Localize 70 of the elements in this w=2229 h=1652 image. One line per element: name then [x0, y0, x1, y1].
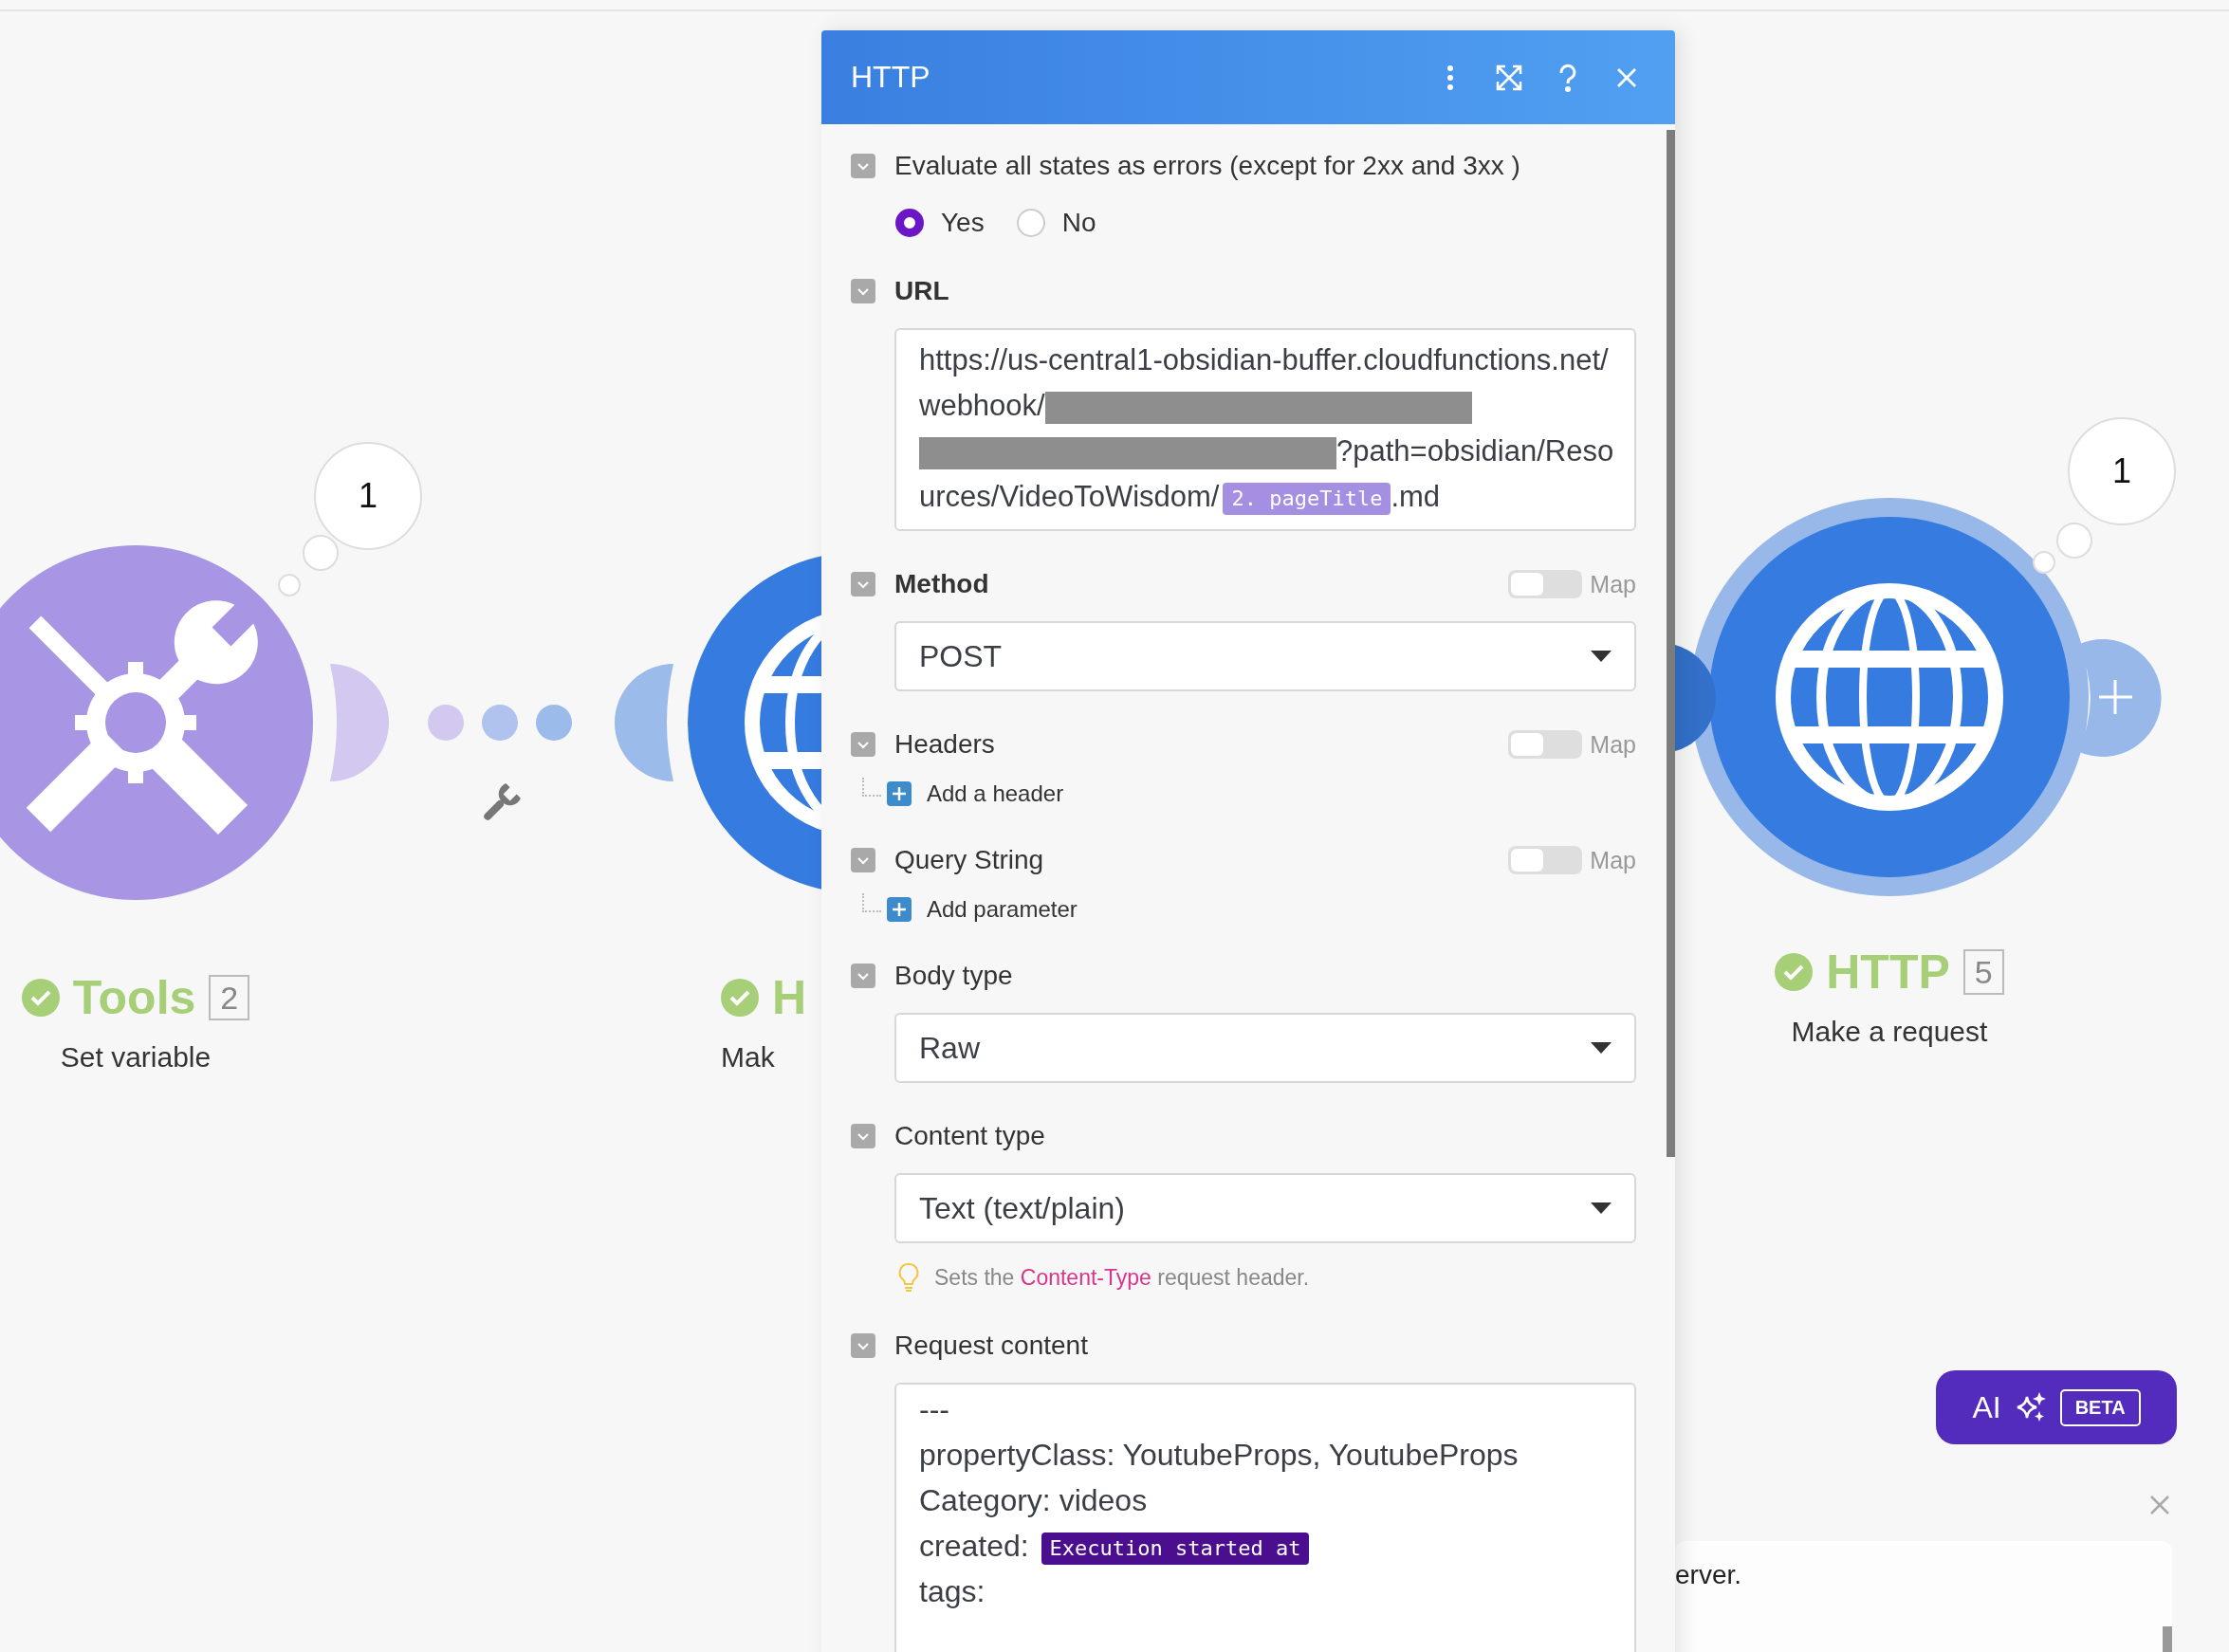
text-area[interactable]: --- propertyClass: YoutubeProps, YoutubeProps Category: videos created: Execution started at tags: — [894, 1383, 1636, 1652]
operation-count-bubble[interactable]: 1 — [314, 442, 422, 550]
module-id: 5 — [1962, 949, 2004, 995]
collapse-toggle-icon[interactable] — [851, 279, 875, 303]
dropdown-field[interactable]: Raw — [894, 1013, 1636, 1083]
bubble-tail-icon — [278, 535, 339, 597]
map-label: Map — [1590, 570, 1636, 598]
dropdown-field[interactable]: POST — [894, 621, 1636, 691]
caret-icon — [1591, 1042, 1612, 1054]
wrench-icon[interactable] — [482, 783, 521, 822]
dropdown-field[interactable]: Text (text/plain) — [894, 1173, 1636, 1243]
plus-icon — [887, 897, 912, 922]
scrollbar[interactable] — [1667, 130, 1675, 1157]
collapse-toggle-icon[interactable] — [851, 848, 875, 872]
field-label: Headers — [894, 729, 996, 760]
field-label: Content type — [894, 1121, 1046, 1151]
tree-connector — [862, 778, 881, 797]
add-item-button[interactable]: Add a header — [887, 780, 1064, 807]
radio-label: Yes — [941, 208, 985, 238]
field-label: Method — [894, 569, 990, 599]
map-toggle[interactable] — [1508, 570, 1583, 598]
success-check-icon — [721, 979, 759, 1017]
field-label: Evaluate all states as errors (except for 2xx and 3xx ) — [894, 151, 1521, 181]
collapse-toggle-icon[interactable] — [851, 964, 875, 988]
add-item-button[interactable]: Add parameter — [887, 896, 1078, 923]
hint-text: Sets the Content-Type request header. — [934, 1264, 1310, 1291]
collapse-toggle-icon[interactable] — [851, 572, 875, 597]
success-check-icon — [21, 979, 60, 1017]
operation-count-bubble[interactable]: 1 — [2068, 417, 2176, 525]
collapse-toggle-icon[interactable] — [851, 732, 875, 757]
collapse-toggle-icon[interactable] — [851, 154, 875, 178]
url-field[interactable]: https://us-central1-obsidian-buffer.cloudfunctions.net/webhook/ ?path=obsidian/Resources/VideoToWisdom/ 2. pageTitle .md — [894, 328, 1636, 531]
module-title: Tools — [72, 970, 196, 1026]
module-node[interactable] — [1709, 517, 2070, 877]
collapse-toggle-icon[interactable] — [851, 1124, 875, 1148]
caret-icon — [1591, 1202, 1612, 1214]
module-action: Set variable — [60, 1041, 212, 1074]
beta-badge: BETA — [2059, 1388, 2141, 1426]
tools-icon — [26, 600, 258, 835]
add-module-button[interactable] — [2077, 639, 2162, 757]
bubble-tail-icon — [2033, 523, 2092, 574]
map-toggle[interactable] — [1508, 730, 1583, 759]
lightbulb-icon — [898, 1262, 919, 1293]
caret-icon — [1591, 651, 1612, 662]
collapse-toggle-icon[interactable] — [851, 1333, 875, 1358]
map-label: Map — [1590, 846, 1636, 874]
module-id: 2 — [209, 975, 250, 1020]
field-label: Body type — [894, 961, 1014, 991]
radio-button[interactable] — [895, 209, 924, 237]
ai-assistant-button[interactable]: AI BETA — [1936, 1370, 2177, 1444]
field-label: Query String — [894, 845, 1045, 875]
field-label: URL — [894, 276, 950, 306]
globe-icon — [1776, 583, 2003, 811]
variable-pill: 2. pageTitle — [1223, 482, 1391, 515]
close-icon[interactable] — [2149, 1495, 2170, 1515]
module-title: H — [772, 970, 807, 1026]
map-toggle[interactable] — [1508, 846, 1583, 874]
variable-pill: Execution started at — [1041, 1532, 1310, 1565]
expand-icon[interactable] — [1495, 63, 1523, 92]
notification-text: erver. — [1675, 1560, 1742, 1590]
map-label: Map — [1590, 730, 1636, 759]
success-check-icon — [1775, 953, 1814, 991]
plus-icon — [887, 781, 912, 806]
module-title: HTTP — [1826, 945, 1950, 1000]
dialog-title: HTTP — [851, 60, 930, 95]
field-label: Request content — [894, 1331, 1089, 1361]
module-action: Make a request — [1791, 1016, 1988, 1048]
module-action: Mak — [721, 1041, 775, 1074]
radio-label: No — [1061, 208, 1096, 238]
tree-connector — [862, 893, 881, 912]
